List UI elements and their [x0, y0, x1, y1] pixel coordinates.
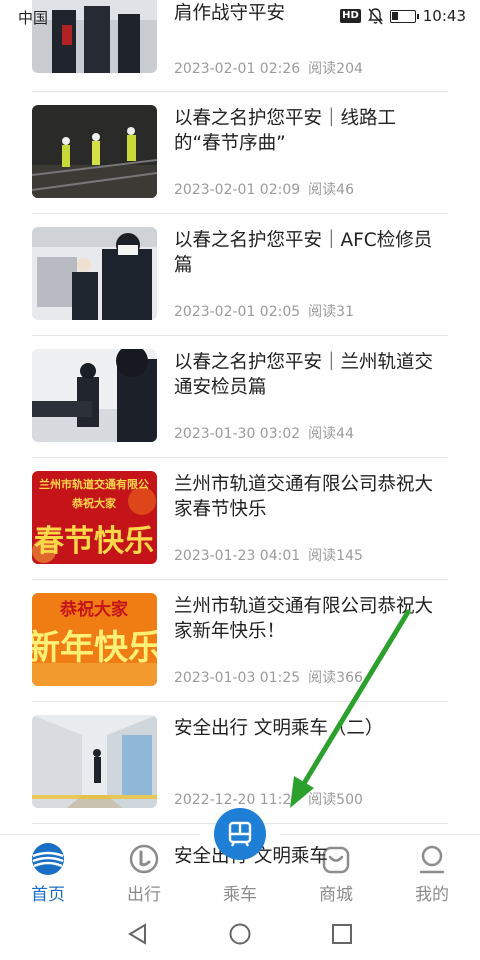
thumb-spring-text: 春节快乐	[34, 524, 154, 559]
news-date: 2023-01-23 04:01	[174, 548, 301, 564]
news-date: 2023-02-01 02:26	[174, 61, 301, 77]
news-date: 2022-12-20 11:27	[174, 792, 301, 808]
recents-square-icon[interactable]	[330, 922, 354, 946]
thumb-greeting-text: 恭祝大家	[59, 599, 128, 620]
news-meta: 2023-01-30 03:02 阅读44	[174, 423, 354, 443]
news-title[interactable]: 兰州市轨道交通有限公司恭祝大 家新年快乐！	[174, 594, 448, 644]
news-title[interactable]: 以春之名护您平安｜线路工 的“春节序曲”	[174, 106, 448, 156]
profile-icon	[419, 845, 445, 874]
home-icon	[32, 843, 64, 875]
news-title[interactable]: 以春之名护您平安｜兰州轨道交 通安检员篇	[174, 350, 448, 400]
news-read-count: 阅读366	[308, 670, 363, 686]
home-circle-icon[interactable]	[228, 922, 252, 946]
news-title[interactable]: 安全出行 文明乘车（二）	[174, 716, 448, 741]
tab-profile[interactable]: 我的	[392, 842, 472, 905]
news-date: 2023-01-03 01:25	[174, 670, 301, 686]
news-thumbnail[interactable]	[32, 227, 157, 320]
thumb-greeting-text: 恭祝大家	[71, 496, 117, 510]
status-bar: 中国 HD 10:43	[0, 0, 480, 34]
news-read-count: 阅读44	[308, 426, 354, 442]
news-item[interactable]: 以春之名护您平安｜线路工 的“春节序曲” 2023-02-01 02:09 阅读4…	[32, 92, 448, 214]
news-item[interactable]: 安全出行 文明乘车（二） 2022-12-20 11:27 阅读500	[32, 702, 448, 824]
news-read-count: 阅读500	[308, 792, 363, 808]
thumb-company-text: 兰州市轨道交通有限公	[39, 477, 149, 491]
news-read-count: 阅读204	[308, 61, 363, 77]
battery-icon	[389, 9, 419, 23]
news-meta: 2023-02-01 02:05 阅读31	[174, 301, 354, 321]
news-item[interactable]: 兰州市轨道交通有限公 恭祝大家 春节快乐 兰州市轨道交通有限公司恭祝大 家春节快…	[32, 458, 448, 580]
news-meta: 2023-01-23 04:01 阅读145	[174, 545, 363, 565]
news-date: 2023-02-01 02:05	[174, 304, 301, 320]
news-thumbnail[interactable]	[32, 105, 157, 198]
news-item[interactable]: 恭祝大家 新年快乐 兰州市轨道交通有限公司恭祝大 家新年快乐！ 2023-01-…	[32, 580, 448, 702]
news-read-count: 阅读31	[308, 304, 354, 320]
news-title[interactable]: 兰州市轨道交通有限公司恭祝大 家春节快乐	[174, 472, 448, 522]
travel-icon	[129, 844, 159, 874]
news-meta: 2022-12-20 11:27 阅读500	[174, 789, 363, 809]
thumb-newyear-text: 新年快乐	[32, 628, 157, 668]
tab-ride-button[interactable]	[214, 808, 266, 860]
mute-bell-icon	[367, 7, 383, 24]
tab-label: 出行	[127, 885, 161, 905]
news-date: 2023-01-30 03:02	[174, 426, 301, 442]
app-screen: { "status_bar": { "carrier": "中国", "hd":…	[0, 0, 480, 960]
ride-qr-icon	[228, 821, 252, 847]
news-thumbnail[interactable]: 恭祝大家 新年快乐	[32, 593, 157, 686]
tab-label[interactable]: 乘车	[200, 880, 280, 905]
news-meta: 2023-02-01 02:09 阅读46	[174, 179, 354, 199]
news-item[interactable]: 以春之名护您平安｜AFC检修员 篇 2023-02-01 02:05 阅读31	[32, 214, 448, 336]
news-meta: 2023-01-03 01:25 阅读366	[174, 667, 363, 687]
news-thumbnail[interactable]	[32, 349, 157, 442]
tab-label: 商城	[319, 885, 353, 905]
back-icon[interactable]	[126, 922, 150, 946]
news-thumbnail[interactable]	[32, 715, 157, 808]
clock-time: 10:43	[422, 7, 466, 25]
hd-badge: HD	[340, 9, 361, 23]
news-date: 2023-02-01 02:09	[174, 182, 301, 198]
news-read-count: 阅读145	[308, 548, 363, 564]
news-title[interactable]: 以春之名护您平安｜AFC检修员 篇	[174, 228, 448, 278]
tab-home[interactable]: 首页	[8, 842, 88, 905]
system-navigation-bar	[0, 906, 480, 960]
news-read-count: 阅读46	[308, 182, 354, 198]
tab-label: 首页	[31, 885, 65, 905]
carrier-name: 中国	[18, 9, 49, 27]
news-item[interactable]: 以春之名护您平安｜兰州轨道交 通安检员篇 2023-01-30 03:02 阅读4…	[32, 336, 448, 458]
tab-travel[interactable]: 出行	[104, 842, 184, 905]
news-thumbnail[interactable]: 兰州市轨道交通有限公 恭祝大家 春节快乐	[32, 471, 157, 564]
news-meta: 2023-02-01 02:26 阅读204	[174, 58, 363, 78]
tab-label: 我的	[415, 885, 449, 905]
